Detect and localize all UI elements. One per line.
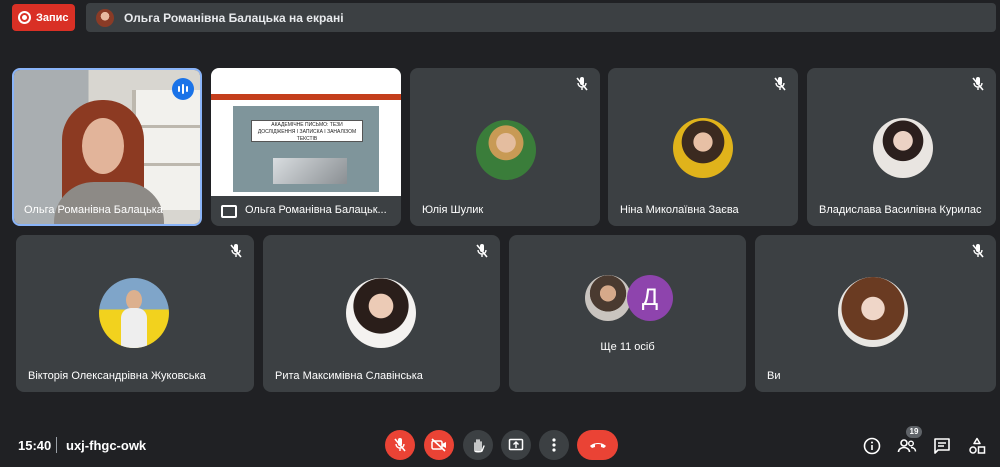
hand-icon — [474, 439, 485, 453]
participant-name: Ольга Романівна Балацька — [24, 204, 163, 216]
mic-off-icon — [476, 244, 488, 258]
mic-off-icon — [972, 244, 984, 258]
presenter-avatar — [96, 8, 114, 27]
meeting-details-button[interactable] — [862, 436, 882, 456]
participant-tile[interactable]: Владислава Василівна Курилас — [807, 68, 996, 226]
participant-name: Владислава Василівна Курилас — [819, 204, 982, 216]
participant-name: Рита Максимівна Славінська — [275, 370, 423, 382]
info-icon — [863, 437, 881, 455]
mic-off-icon — [972, 77, 984, 91]
present-now-button[interactable] — [501, 430, 531, 460]
participant-avatar — [346, 278, 416, 348]
participant-avatar — [838, 277, 908, 347]
participant-count-badge: 19 — [906, 426, 922, 438]
participant-avatar — [476, 120, 536, 180]
participant-name: Ольга Романівна Балацьк... — [245, 204, 387, 216]
mic-off-icon — [230, 244, 242, 258]
more-options-button[interactable] — [539, 430, 569, 460]
others-tile[interactable]: Д Ще 11 осіб — [509, 235, 746, 392]
participant-tile[interactable]: Рита Максимівна Славінська — [263, 235, 500, 392]
chat-button[interactable] — [932, 436, 952, 456]
leave-call-button[interactable] — [577, 430, 618, 460]
people-icon — [897, 439, 917, 453]
activities-icon — [969, 437, 986, 454]
mic-off-icon — [394, 438, 406, 452]
recording-label: Запис — [36, 11, 69, 24]
mic-off-icon — [774, 77, 786, 91]
participant-avatar — [673, 118, 733, 178]
record-icon — [18, 11, 31, 24]
hang-up-icon — [589, 443, 606, 448]
raise-hand-button[interactable] — [463, 430, 493, 460]
current-time: 15:40 — [18, 438, 52, 453]
participant-name: Ніна Миколаївна Заєва — [620, 204, 739, 216]
meeting-code: uxj-fhgc-owk — [66, 438, 147, 453]
participants-button[interactable] — [897, 436, 917, 456]
recording-button[interactable]: Запис — [12, 4, 75, 31]
presenting-banner: Ольга Романівна Балацька на екрані — [86, 3, 996, 32]
activities-button[interactable] — [967, 436, 987, 456]
divider — [56, 437, 57, 453]
participant-tile-self-video[interactable]: Ольга Романівна Балацька — [12, 68, 202, 226]
participant-tile[interactable]: Вікторія Олександрівна Жуковська — [16, 235, 254, 392]
participant-avatar — [873, 118, 933, 178]
participant-name: Ви — [767, 370, 781, 382]
camera-toggle-button[interactable] — [424, 430, 454, 460]
participant-letter-avatar: Д — [627, 275, 673, 321]
present-screen-icon — [508, 438, 524, 451]
participant-tile-presentation[interactable]: АКАДЕМІЧНЕ ПИСЬМО: ТЕЗИ ДОСЛІДЖЕННЯ І ЗА… — [211, 68, 401, 226]
speaker-muted-icon — [375, 83, 389, 93]
present-screen-icon — [221, 205, 237, 218]
presenting-banner-text: Ольга Романівна Балацька на екрані — [124, 10, 344, 25]
participant-name: Юлія Шулик — [422, 204, 484, 216]
participant-avatar — [99, 278, 169, 348]
camera-off-icon — [431, 438, 446, 452]
more-vert-icon — [552, 438, 556, 452]
mic-off-icon — [576, 77, 588, 91]
participant-tile-self[interactable]: Ви — [755, 235, 996, 392]
speaking-indicator-icon — [172, 78, 194, 100]
participant-avatar — [585, 275, 631, 321]
microphone-toggle-button[interactable] — [385, 430, 415, 460]
participant-name: Вікторія Олександрівна Жуковська — [28, 370, 206, 382]
others-count-label: Ще 11 осіб — [600, 341, 655, 353]
participant-tile[interactable]: Юлія Шулик — [410, 68, 600, 226]
participant-tile[interactable]: Ніна Миколаївна Заєва — [608, 68, 798, 226]
chat-icon — [934, 438, 950, 454]
slide-title: АКАДЕМІЧНЕ ПИСЬМО: ТЕЗИ ДОСЛІДЖЕННЯ І ЗА… — [251, 120, 363, 142]
